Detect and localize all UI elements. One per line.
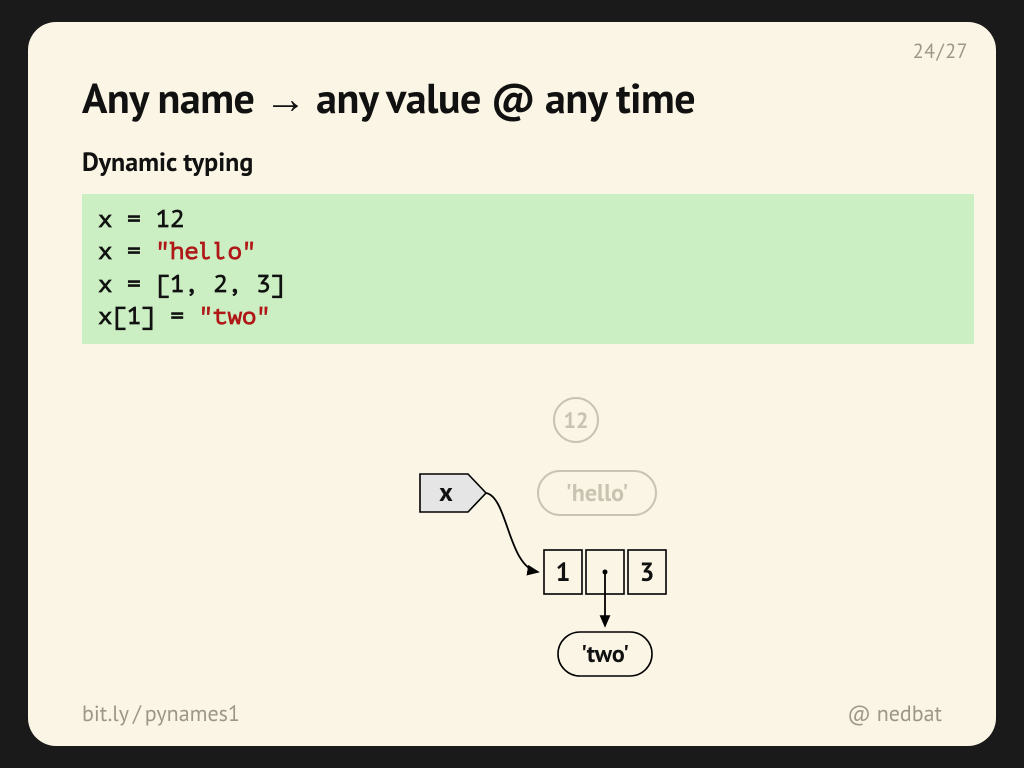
binding-diagram: 12 'hello' x 1 3 'two' (28, 22, 996, 746)
footer-handle: @ nedbat (847, 700, 942, 728)
ghost-str-label: 'hello' (566, 477, 629, 508)
slide-footer: bit.ly/pynames1 @ nedbat (82, 700, 942, 728)
list-box: 1 3 (544, 550, 666, 594)
page-slash: / (936, 38, 946, 64)
slide-title: Any name → any value @ any time (82, 70, 695, 125)
page-counter: 24/27 (913, 38, 968, 64)
arrow-name-to-list (486, 493, 538, 572)
name-tag-label: x (439, 476, 453, 509)
ghost-int-label: 12 (564, 407, 589, 435)
list-cell-0: 1 (556, 556, 571, 589)
value-pill-label: 'two' (581, 638, 629, 669)
code-block: x = 12 x = "hello" x = [1, 2, 3] x[1] = … (82, 194, 974, 344)
page-current: 24 (913, 38, 936, 64)
slide-subtitle: Dynamic typing (82, 146, 253, 179)
page-total: 27 (945, 38, 968, 64)
ghost-int-circle (554, 398, 598, 442)
name-tag: x (420, 474, 486, 512)
list-cell-1-dot (603, 570, 608, 575)
footer-link: bit.ly/pynames1 (82, 700, 240, 728)
value-pill (558, 632, 652, 676)
slide: 24/27 Any name → any value @ any time Dy… (28, 22, 996, 746)
ghost-str-pill (538, 471, 656, 515)
list-cell-2: 3 (640, 556, 655, 589)
